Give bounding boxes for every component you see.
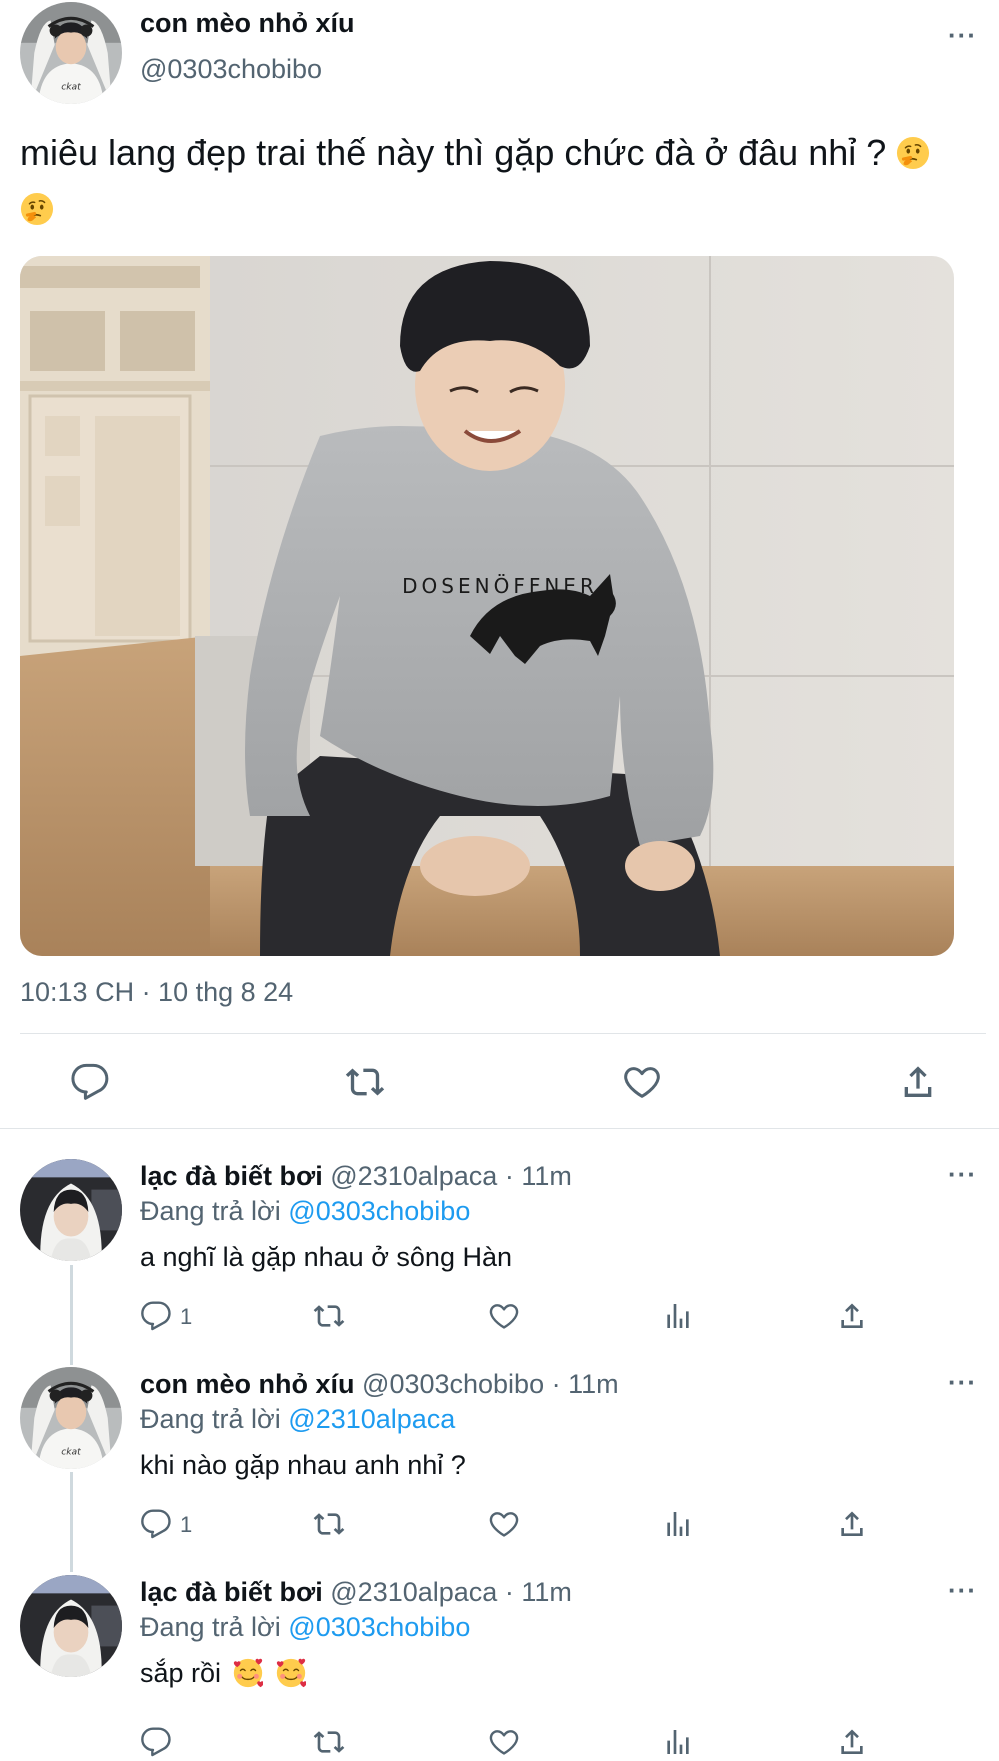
reply-author-name[interactable]: con mèo nhỏ xíu bbox=[140, 1369, 355, 1399]
tweet-photo[interactable]: DOSENÖFFNER bbox=[20, 256, 954, 956]
more-options-icon[interactable]: ··· bbox=[948, 20, 977, 51]
reply-icon[interactable] bbox=[70, 1062, 110, 1102]
reply-author-name[interactable]: lạc đà biết bơi bbox=[140, 1161, 323, 1191]
reply-header: lạc đà biết bơi @2310alpaca · 11m bbox=[140, 1161, 572, 1192]
reply-count: 1 bbox=[180, 1512, 193, 1537]
views-icon[interactable] bbox=[662, 1300, 694, 1332]
replying-prefix: Đang trả lời bbox=[140, 1612, 281, 1642]
replying-prefix: Đang trả lời bbox=[140, 1404, 281, 1434]
replying-prefix: Đang trả lời bbox=[140, 1196, 281, 1226]
retweet-icon[interactable] bbox=[313, 1726, 345, 1758]
divider bbox=[0, 1128, 999, 1129]
reply-icon[interactable] bbox=[140, 1508, 172, 1540]
replying-to-link[interactable]: @0303chobibo bbox=[288, 1612, 470, 1642]
share-icon[interactable] bbox=[836, 1508, 868, 1540]
more-options-icon[interactable]: ··· bbox=[948, 1159, 977, 1190]
replying-to-link[interactable]: @0303chobibo bbox=[288, 1196, 470, 1226]
author-avatar[interactable] bbox=[20, 2, 122, 104]
reply-header: con mèo nhỏ xíu @0303chobibo · 11m bbox=[140, 1369, 619, 1400]
avatar-image bbox=[20, 2, 122, 104]
reply-time[interactable]: · 11m bbox=[505, 1577, 572, 1607]
retweet-icon[interactable] bbox=[313, 1300, 345, 1332]
reply-text: a nghĩ là gặp nhau ở sông Hàn bbox=[140, 1242, 512, 1272]
like-icon[interactable] bbox=[488, 1726, 520, 1758]
more-options-icon[interactable]: ··· bbox=[948, 1367, 977, 1398]
reply-avatar[interactable] bbox=[20, 1575, 122, 1677]
share-icon[interactable] bbox=[836, 1300, 868, 1332]
reply-author-name[interactable]: lạc đà biết bơi bbox=[140, 1577, 323, 1607]
author-name[interactable]: con mèo nhỏ xíu bbox=[140, 8, 355, 39]
reply-time[interactable]: · 11m bbox=[552, 1369, 619, 1399]
like-icon[interactable] bbox=[488, 1508, 520, 1540]
share-icon[interactable] bbox=[898, 1062, 938, 1102]
views-icon[interactable] bbox=[662, 1726, 694, 1758]
smiling-face-with-hearts-icon bbox=[233, 1658, 263, 1688]
replying-to: Đang trả lời @0303chobibo bbox=[140, 1612, 470, 1643]
avatar-image bbox=[20, 1367, 122, 1469]
replying-to-link[interactable]: @2310alpaca bbox=[288, 1404, 455, 1434]
views-icon[interactable] bbox=[662, 1508, 694, 1540]
reply-text: sắp rồi bbox=[140, 1658, 306, 1689]
share-icon[interactable] bbox=[836, 1726, 868, 1758]
avatar-image bbox=[20, 1575, 122, 1677]
retweet-icon[interactable] bbox=[313, 1508, 345, 1540]
reply-tweet[interactable]: con mèo nhỏ xíu @0303chobibo · 11m ··· Đ… bbox=[0, 1358, 999, 1558]
reply-text-body: sắp rồi bbox=[140, 1658, 222, 1688]
replying-to: Đang trả lời @0303chobibo bbox=[140, 1196, 470, 1227]
divider bbox=[20, 1033, 986, 1034]
like-icon[interactable] bbox=[622, 1062, 662, 1102]
reply-icon[interactable] bbox=[140, 1300, 172, 1332]
reply-tweet[interactable]: lạc đà biết bơi @2310alpaca · 11m ··· Đa… bbox=[0, 1150, 999, 1350]
thinking-face-icon bbox=[896, 136, 930, 170]
tweet-text: miêu lang đẹp trai thế này thì gặp chức … bbox=[20, 125, 990, 237]
avatar-image bbox=[20, 1159, 122, 1261]
tweet-timestamp[interactable]: 10:13 CH · 10 thg 8 24 bbox=[20, 977, 293, 1008]
reply-avatar[interactable] bbox=[20, 1159, 122, 1261]
reply-author-handle[interactable]: @0303chobibo bbox=[362, 1369, 544, 1399]
reply-header: lạc đà biết bơi @2310alpaca · 11m bbox=[140, 1577, 572, 1608]
thinking-face-icon bbox=[20, 192, 54, 226]
reply-text: khi nào gặp nhau anh nhỉ ? bbox=[140, 1450, 466, 1480]
reply-author-handle[interactable]: @2310alpaca bbox=[330, 1577, 497, 1607]
author-handle[interactable]: @0303chobibo bbox=[140, 54, 322, 85]
reply-count: 1 bbox=[180, 1304, 193, 1329]
like-icon[interactable] bbox=[488, 1300, 520, 1332]
retweet-icon[interactable] bbox=[345, 1062, 385, 1102]
smiling-face-with-hearts-icon bbox=[276, 1658, 306, 1688]
tweet-text-body: miêu lang đẹp trai thế này thì gặp chức … bbox=[20, 132, 887, 173]
reply-author-handle[interactable]: @2310alpaca bbox=[330, 1161, 497, 1191]
reply-time[interactable]: · 11m bbox=[505, 1161, 572, 1191]
reply-icon[interactable] bbox=[140, 1726, 172, 1758]
reply-tweet[interactable]: lạc đà biết bơi @2310alpaca · 11m ··· Đa… bbox=[0, 1566, 999, 1761]
more-options-icon[interactable]: ··· bbox=[948, 1575, 977, 1606]
replying-to: Đang trả lời @2310alpaca bbox=[140, 1404, 455, 1435]
photo-image: DOSENÖFFNER bbox=[20, 256, 954, 956]
reply-avatar[interactable] bbox=[20, 1367, 122, 1469]
